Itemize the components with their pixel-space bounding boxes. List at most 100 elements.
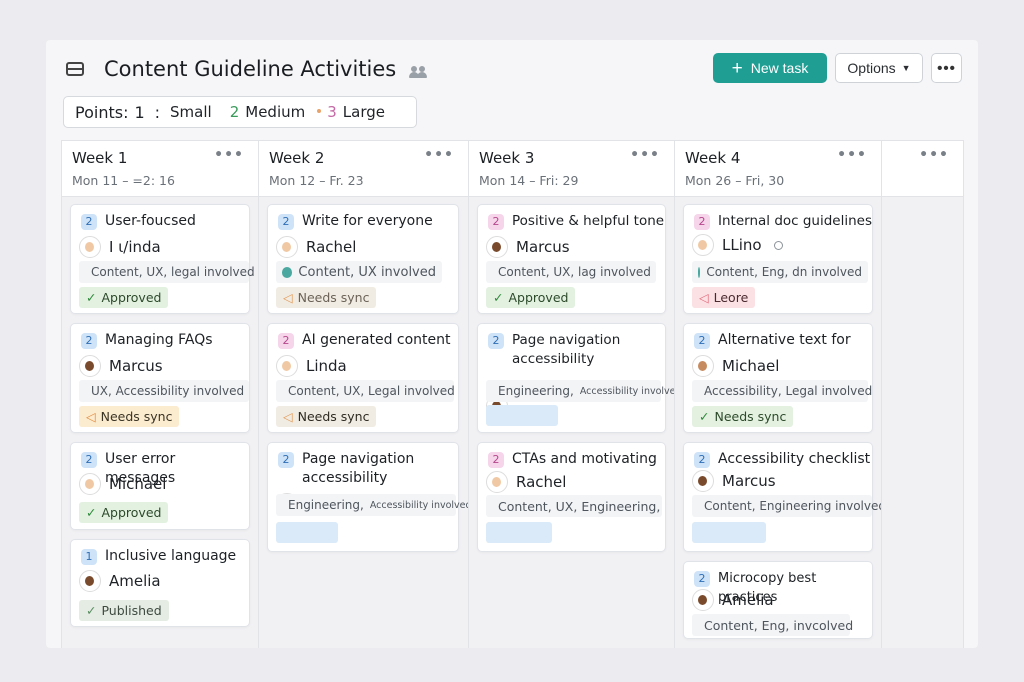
task-card[interactable]: 1 Inclusive language Amelia ✓ Published	[70, 539, 250, 627]
task-card[interactable]: 2 Alternative text for Michael Accessibil…	[683, 323, 873, 433]
task-card[interactable]: 2 Write for everyone Rachel Content, UX i…	[267, 204, 459, 314]
assignee-name: Michael	[109, 475, 167, 493]
large-label: Large	[342, 103, 385, 121]
column-more-icon[interactable]: •••	[424, 147, 454, 163]
involved-row: Engineering, Accessibility involved	[276, 494, 472, 516]
avatar	[486, 471, 508, 493]
page-title: Content Guideline Activities	[104, 57, 397, 81]
board-icon	[66, 62, 84, 76]
column-dates: Mon 14 – Fri: 29	[479, 173, 579, 188]
points-badge: 2	[488, 214, 504, 230]
flag-icon: ◁	[283, 409, 293, 424]
task-card[interactable]: 2 Managing FAQs Marcus UX, Accessibility …	[70, 323, 250, 433]
avatar	[79, 236, 101, 258]
medium-label: Medium	[245, 103, 306, 121]
status-badge[interactable]: ◁ Needs sync	[79, 406, 180, 427]
flag-icon: ◁	[283, 290, 293, 305]
column-title: Week 1	[72, 149, 128, 167]
avatar	[79, 355, 101, 377]
more-button[interactable]: •••	[931, 53, 962, 83]
check-icon: ✓	[86, 603, 97, 618]
task-card[interactable]: 2 Page navigation accessibility Engineerin…	[477, 323, 682, 433]
status-badge[interactable]: ✓ Approved	[486, 287, 576, 308]
points-badge: 2	[278, 452, 294, 468]
check-icon: ✓	[86, 290, 97, 305]
assignee-name: Marcus	[109, 357, 163, 375]
options-button[interactable]: Options ▼	[835, 53, 923, 83]
new-task-label: New task	[750, 60, 809, 76]
column-dates: Mon 26 – Fri, 30	[685, 173, 785, 188]
column-more-icon[interactable]: •••	[837, 147, 867, 163]
status-badge[interactable]: ✓ Published	[79, 600, 169, 621]
task-card[interactable]: 2 Page navigation accessibility Engineerin…	[267, 442, 472, 552]
avatar	[276, 355, 298, 377]
task-card[interactable]: 2 Positive & helpful tone Marcus Content,…	[477, 204, 666, 314]
assignee-name: Rachel	[516, 473, 567, 491]
status-text: Approved	[101, 505, 162, 520]
points-badge: 2	[694, 333, 710, 349]
involved-text: Content, UX, legal involved	[91, 265, 255, 279]
task-card[interactable]: 2 User-foucsed I ɩ/inda Content, UX, lega…	[70, 204, 255, 314]
column-more-icon[interactable]: •••	[630, 147, 660, 163]
status-badge[interactable]: ◁ Leore	[692, 287, 756, 308]
involved-row: Content, Eng, dn involved	[692, 261, 868, 283]
status-badge[interactable]: ◁ Needs sync	[276, 406, 377, 427]
task-card[interactable]: 2 AI generated content Linda Content, UX,…	[267, 323, 459, 433]
card-title: Inclusive language	[105, 548, 237, 564]
assignee-name: Amelia	[109, 572, 161, 590]
placeholder-tag	[276, 522, 338, 543]
assignee-name: Marcus	[722, 472, 776, 490]
status-text: Published	[101, 603, 162, 618]
bullet-icon	[317, 108, 322, 113]
status-badge[interactable]: ◁ Needs sync	[276, 287, 377, 308]
column-more-icon[interactable]: •••	[214, 147, 244, 163]
task-card[interactable]: 2 Microcopy best practices Amelia Content…	[683, 561, 873, 639]
points-badge: 2	[694, 571, 710, 587]
task-card[interactable]: 2 User error messages Michael ✓ Approved	[70, 442, 250, 530]
involved-row: Accessibility, Legal involved	[692, 380, 872, 402]
involved-row: Content, UX, Legal involved	[276, 380, 455, 402]
assignee-name: Linda	[306, 357, 347, 375]
involved-text: Content, UX, lag involved	[498, 265, 651, 279]
people-icon[interactable]	[409, 64, 429, 78]
status-badge[interactable]: ✓ Approved	[79, 287, 169, 308]
card-title: Page navigation	[512, 332, 621, 348]
points-badge: 2	[81, 333, 97, 349]
small-label: Small	[170, 103, 212, 121]
flag-icon: ◁	[699, 290, 709, 305]
involved-row: Content, UX, Engineering,	[486, 495, 662, 517]
status-badge[interactable]: ✓ Approved	[79, 502, 169, 523]
involved-text-detail: Accessibility involved	[369, 499, 472, 511]
column-header: Week 4 Mon 26 – Fri, 30 •••	[675, 141, 881, 197]
column-more-icon[interactable]: •••	[919, 147, 949, 163]
task-card[interactable]: 2 CTAs and motivating Rachel Content, UX,…	[477, 442, 666, 552]
new-task-button[interactable]: + New task	[713, 53, 827, 83]
status-text: Needs sync	[100, 409, 173, 424]
involved-text-detail: Accessibility involved	[579, 385, 682, 397]
involved-text: Engineering,	[498, 384, 574, 398]
involved-text: Content, Eng, invcolved	[704, 617, 854, 633]
column-header: Week 1 Mon 11 – =2: 16 •••	[62, 141, 258, 197]
involved-row: Content, UX, lag involved	[486, 261, 656, 283]
points-legend: Points: 1 : Small 2 Medium 3 Large	[63, 96, 417, 128]
column-title: Week 2	[269, 149, 325, 167]
assignee-name: Amelia	[722, 591, 774, 609]
involved-row: Content, UX, legal involved	[79, 261, 255, 283]
task-card[interactable]: 2 Internal doc guidelines LLino Content, …	[683, 204, 873, 314]
points-badge: 2	[694, 214, 710, 230]
status-text: Approved	[508, 290, 569, 305]
kanban-board: Week 1 Mon 11 – =2: 16 ••• 2 User-foucsed…	[61, 140, 964, 648]
placeholder-tag	[692, 522, 766, 543]
search-icon[interactable]	[773, 240, 783, 250]
avatar	[276, 236, 298, 258]
column-empty: •••	[881, 140, 964, 648]
card-title-line-2: accessibility	[512, 351, 595, 367]
task-card[interactable]: 2 Accessibility checklist Marcus Content,…	[683, 442, 886, 552]
involved-text: Content, UX, Legal involved	[288, 384, 455, 398]
column-week-4: Week 4 Mon 26 – Fri, 30 ••• 2 Internal do…	[674, 140, 886, 648]
column-week-3: Week 3 Mon 14 – Fri: 29 ••• 2 Positive & …	[468, 140, 682, 648]
status-badge[interactable]: ✓ Needs sync	[692, 406, 794, 427]
check-circle-icon	[698, 266, 701, 278]
involved-row: Engineering, Accessibility involved	[486, 380, 682, 402]
avatar	[486, 236, 508, 258]
